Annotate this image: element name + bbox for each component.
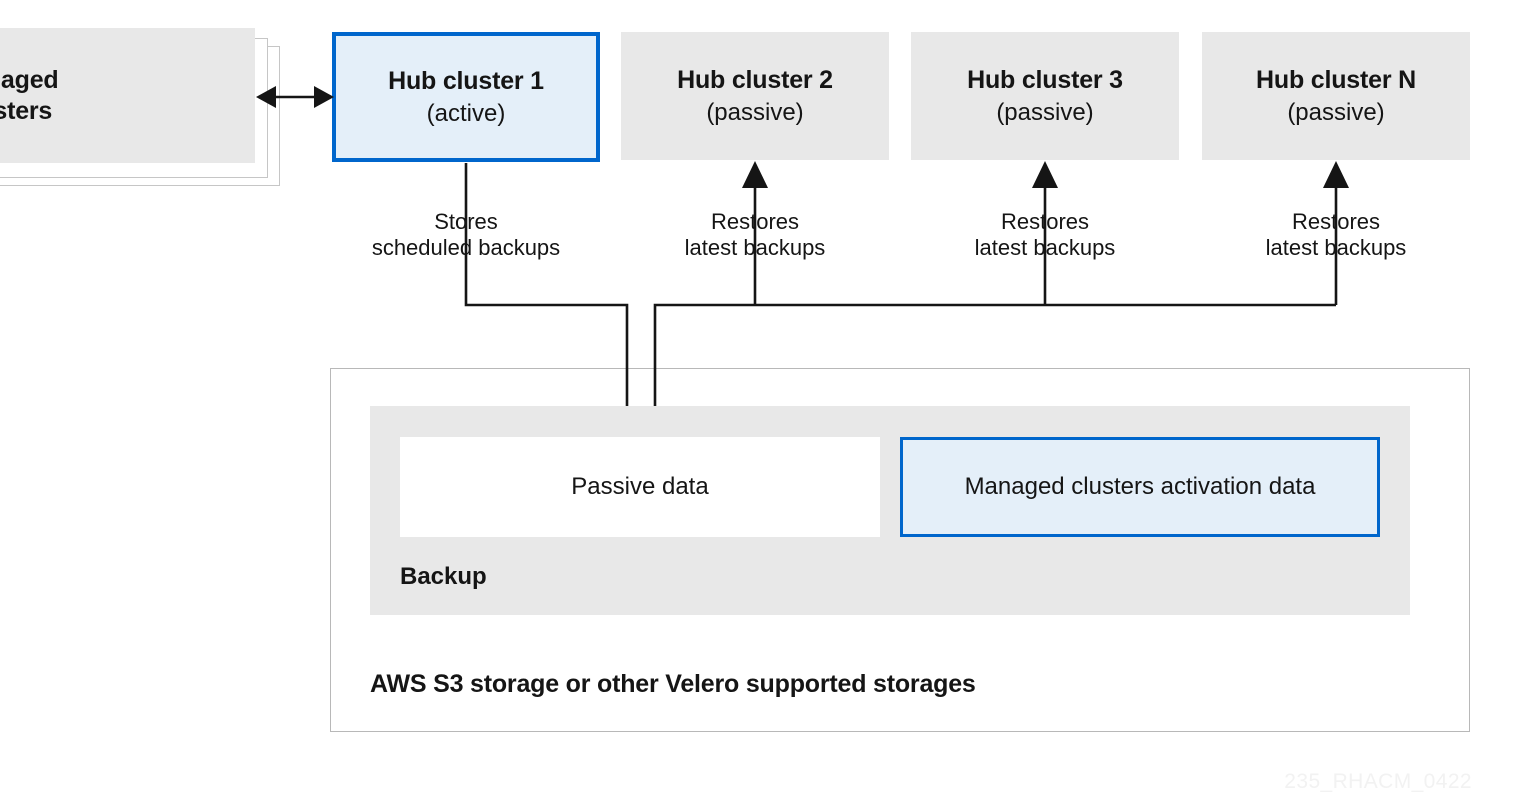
hub-cluster-3-title: Hub cluster 3: [967, 65, 1123, 94]
edge-label-line-1: Restores: [1000, 209, 1090, 234]
edge-label-stores-scheduled-backups: Stores scheduled backups: [316, 209, 616, 261]
managed-clusters-activation-data-box[interactable]: Managed clusters activation data: [900, 437, 1380, 537]
hub-cluster-n-state: (passive): [1287, 99, 1385, 127]
edge-label-line-1: Restores: [710, 209, 800, 234]
backup-caption: Backup: [400, 563, 487, 590]
managed-clusters-subtitle: clusters: [0, 96, 53, 125]
hub-cluster-1-title: Hub cluster 1: [388, 66, 544, 95]
hub-cluster-n-title: Hub cluster N: [1256, 65, 1416, 94]
passive-data-label: Passive data: [571, 473, 709, 500]
arrowhead-right: [314, 86, 334, 108]
arrowhead-up-hub2: [742, 161, 768, 188]
edge-label-restores-hub-3: Restores latest backups: [895, 209, 1195, 261]
backup-restore-architecture-diagram: Managed clusters Hub cluster 1 (active) …: [0, 0, 1520, 812]
hub-cluster-3-box[interactable]: Hub cluster 3 (passive): [911, 32, 1179, 160]
hub-cluster-1-state: (active): [426, 100, 506, 128]
hub-cluster-1-box[interactable]: Hub cluster 1 (active): [332, 32, 600, 162]
edge-label-line-1: Restores: [1291, 209, 1381, 234]
hub-cluster-n-box[interactable]: Hub cluster N (passive): [1202, 32, 1470, 160]
hub-cluster-2-title: Hub cluster 2: [677, 65, 833, 94]
edge-label-line-2: latest backups: [684, 234, 826, 260]
edge-label-line-2: latest backups: [974, 234, 1116, 260]
managed-clusters-box[interactable]: Managed clusters: [0, 28, 255, 163]
managed-clusters-title: Managed: [0, 66, 59, 94]
watermark-label: 235_RHACM_0422: [1284, 770, 1472, 793]
passive-data-box[interactable]: Passive data: [400, 437, 880, 537]
arrowhead-up-hub3: [1032, 161, 1058, 188]
hub-cluster-3-state: (passive): [996, 99, 1094, 127]
edge-label-line-1: Stores: [434, 209, 498, 234]
hub-cluster-2-state: (passive): [706, 99, 804, 127]
edge-label-restores-hub-2: Restores latest backups: [605, 209, 905, 261]
arrowhead-up-hubn: [1323, 161, 1349, 188]
hub-cluster-2-box[interactable]: Hub cluster 2 (passive): [621, 32, 889, 160]
edge-label-line-2: scheduled backups: [371, 234, 561, 260]
edge-label-restores-hub-n: Restores latest backups: [1186, 209, 1486, 261]
managed-clusters-activation-data-label: Managed clusters activation data: [964, 473, 1316, 500]
storage-caption: AWS S3 storage or other Velero supported…: [370, 670, 976, 698]
edge-label-line-2: latest backups: [1265, 234, 1407, 260]
